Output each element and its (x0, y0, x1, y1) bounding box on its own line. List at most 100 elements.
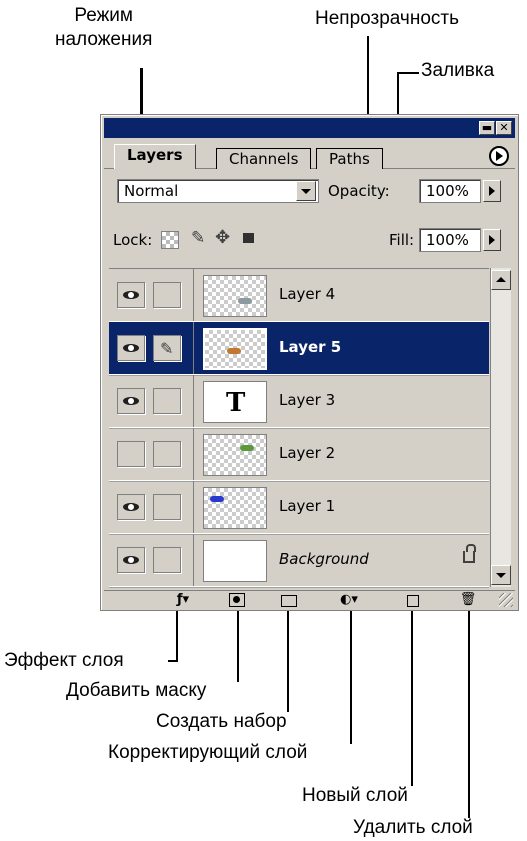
lock-pixels-icon[interactable]: ✎ (191, 228, 205, 248)
trash-icon[interactable]: 🗑 (458, 592, 478, 608)
scroll-up-button[interactable] (491, 270, 511, 290)
pointer-new-layer (411, 600, 413, 786)
visibility-toggle[interactable] (117, 335, 145, 361)
eye-icon (123, 397, 139, 405)
link-toggle[interactable]: ✎ (153, 335, 181, 361)
label-blend-mode-line1: Режим (74, 5, 133, 26)
pointer-delete-layer (468, 600, 470, 818)
new-layer-shape (407, 595, 419, 607)
layer-name[interactable]: Layer 3 (279, 390, 335, 410)
mask-shape (229, 593, 245, 607)
pointer-fill-h (397, 72, 419, 74)
thumb-content (227, 348, 241, 354)
tab-channels[interactable]: Channels (216, 148, 312, 169)
label-fill: Заливка (421, 60, 495, 81)
close-icon[interactable]: ✕ (496, 121, 512, 135)
link-toggle[interactable] (153, 494, 181, 520)
layer-row-selected[interactable]: ✎ Layer 5 (109, 322, 489, 375)
visibility-toggle[interactable] (117, 494, 145, 520)
layer-thumbnail (203, 487, 267, 529)
palette-tabs: Layers Channels Paths (104, 138, 515, 169)
layer-name[interactable]: Layer 2 (279, 443, 335, 463)
eye-icon (123, 291, 139, 299)
layer-thumbnail: T (203, 381, 267, 423)
minimize-icon[interactable]: ▬ (479, 121, 495, 135)
label-add-mask: Добавить маску (66, 680, 207, 701)
layer-name[interactable]: Layer 4 (279, 284, 335, 304)
layer-style-icon[interactable]: ƒ▾ (172, 592, 194, 608)
palette-titlebar[interactable]: ▬ ✕ (104, 118, 515, 138)
create-set-icon[interactable] (279, 592, 299, 608)
brush-icon: ✎ (160, 339, 174, 358)
lock-icon (463, 544, 476, 563)
visibility-toggle[interactable] (117, 388, 145, 414)
divider (193, 322, 194, 374)
folder-shape (281, 595, 297, 607)
layer-row[interactable]: Background (109, 534, 489, 587)
visibility-toggle[interactable] (117, 282, 145, 308)
label-adjustment-layer: Корректирующий слой (108, 742, 308, 763)
divider (193, 269, 194, 321)
fill-input[interactable]: 100% (419, 228, 481, 252)
divider (193, 534, 194, 586)
divider (193, 428, 194, 480)
layers-list: Layer 4 ✎ Layer 5 T Layer 3 Layer 2 Laye… (109, 268, 489, 588)
eye-icon (123, 503, 139, 511)
label-layer-effect: Эффект слоя (4, 650, 124, 671)
label-blend-mode: Режим наложения (55, 4, 152, 52)
palette-bottom-bar: ƒ▾ ◐▾ 🗑 (104, 590, 515, 608)
blend-mode-select[interactable]: Normal (117, 179, 319, 203)
divider (193, 481, 194, 533)
lock-position-icon[interactable]: ✥ (215, 227, 230, 248)
opacity-label: Opacity: (328, 182, 390, 200)
layer-thumbnail (203, 540, 267, 582)
pointer-create-set (287, 600, 289, 712)
layer-row[interactable]: T Layer 3 (109, 375, 489, 428)
label-create-set: Создать набор (156, 711, 287, 732)
pointer-adjustment-layer (350, 600, 352, 744)
layer-name[interactable]: Layer 1 (279, 496, 335, 516)
fill-label: Fill: (389, 231, 415, 249)
add-mask-icon[interactable] (228, 592, 246, 608)
pointer-add-mask (237, 600, 239, 682)
link-toggle[interactable] (153, 388, 181, 414)
tab-layers[interactable]: Layers (114, 144, 196, 169)
opacity-slider-button[interactable] (483, 180, 501, 202)
visibility-toggle[interactable] (117, 547, 145, 573)
layer-row[interactable]: Layer 2 (109, 428, 489, 481)
palette-menu-button[interactable] (489, 146, 509, 166)
blend-mode-dropdown-button[interactable] (296, 181, 316, 201)
scroll-down-button[interactable] (491, 565, 511, 585)
tab-paths[interactable]: Paths (316, 148, 383, 169)
layer-thumbnail (203, 328, 267, 370)
lock-transparency-icon[interactable] (161, 231, 179, 249)
thumb-content (238, 298, 252, 304)
layer-name[interactable]: Layer 5 (279, 337, 341, 357)
adjustment-layer-icon[interactable]: ◐▾ (336, 592, 362, 608)
layer-thumbnail (203, 275, 267, 317)
visibility-toggle[interactable] (117, 441, 145, 467)
layer-row[interactable]: Layer 4 (109, 269, 489, 322)
label-blend-mode-line2: наложения (55, 29, 153, 50)
link-toggle[interactable] (153, 282, 181, 308)
link-toggle[interactable] (153, 547, 181, 573)
fill-slider-button[interactable] (483, 229, 501, 251)
layers-palette: ▬ ✕ Layers Channels Paths Normal Opacity… (100, 114, 519, 611)
lock-label: Lock: (113, 231, 153, 249)
thumb-content (240, 445, 254, 451)
layer-row[interactable]: Layer 1 (109, 481, 489, 534)
new-layer-icon[interactable] (404, 592, 422, 608)
layer-name[interactable]: Background (279, 549, 369, 569)
layers-scrollbar[interactable] (490, 268, 511, 587)
pointer-layer-effect-h (168, 660, 178, 662)
thumb-content (210, 496, 224, 502)
resize-grip-icon[interactable] (499, 593, 513, 607)
lock-all-icon[interactable] (243, 233, 254, 243)
link-toggle[interactable] (153, 441, 181, 467)
label-opacity: Непрозрачность (315, 8, 459, 29)
layer-thumbnail (203, 434, 267, 476)
label-delete-layer: Удалить слой (353, 817, 473, 838)
label-new-layer: Новый слой (302, 785, 408, 806)
opacity-input[interactable]: 100% (419, 179, 481, 203)
eye-icon (123, 344, 139, 352)
